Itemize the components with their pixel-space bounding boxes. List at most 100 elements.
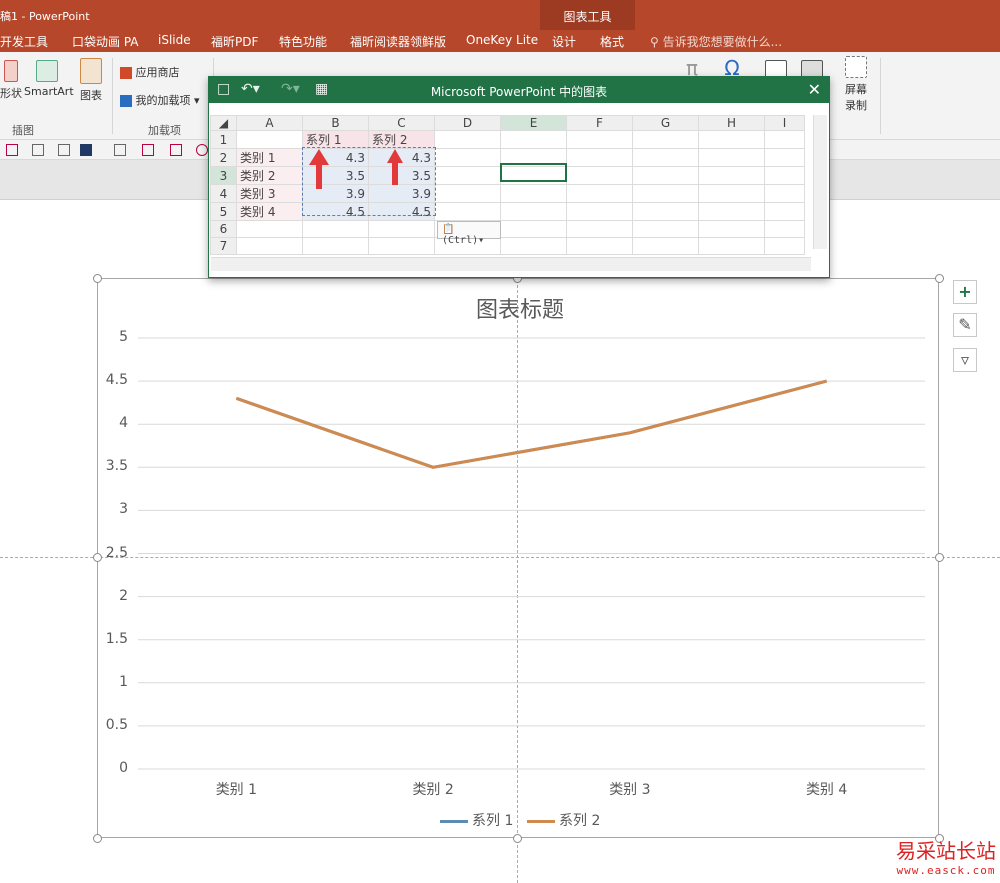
cell[interactable]: 类别 4 <box>236 202 303 221</box>
cell[interactable] <box>236 220 303 238</box>
red-arrow-annotation <box>387 149 403 185</box>
excel-data-window[interactable]: □ ↶▾ ↷▾ ▦ Microsoft PowerPoint 中的图表 ✕ ◢ … <box>208 76 830 278</box>
y-tick-label: 1 <box>119 673 128 690</box>
cell[interactable] <box>566 237 633 255</box>
column-header[interactable]: A <box>236 115 303 131</box>
cell[interactable] <box>566 220 633 238</box>
horizontal-scrollbar[interactable] <box>211 257 811 271</box>
cell[interactable] <box>698 202 765 221</box>
paste-options-button[interactable]: 📋(Ctrl)▾ <box>437 221 501 246</box>
cell[interactable] <box>566 166 633 185</box>
cell[interactable] <box>434 166 501 185</box>
cell[interactable] <box>632 237 699 255</box>
cell[interactable] <box>764 237 805 255</box>
cell[interactable] <box>500 220 567 238</box>
column-header[interactable]: E <box>500 115 567 131</box>
cell[interactable] <box>368 220 435 238</box>
column-header[interactable]: C <box>368 115 435 131</box>
column-header-row: ◢ A B C D E F G H I <box>210 115 805 131</box>
table-row: 5 类别 4 4.5 4.5 <box>210 202 805 221</box>
selected-cell-e3[interactable] <box>500 163 567 182</box>
y-tick-label: 4.5 <box>105 372 128 389</box>
cell[interactable] <box>632 184 699 203</box>
cell[interactable] <box>302 237 369 255</box>
row-header[interactable]: 3 <box>210 166 237 185</box>
select-all-corner[interactable]: ◢ <box>210 115 237 131</box>
cell[interactable] <box>764 184 805 203</box>
cell[interactable] <box>500 202 567 221</box>
column-header[interactable]: G <box>632 115 699 131</box>
table-row: 7 <box>210 237 805 255</box>
row-header[interactable]: 7 <box>210 237 237 255</box>
cell[interactable] <box>764 166 805 185</box>
excel-title-bar[interactable]: □ ↶▾ ↷▾ ▦ Microsoft PowerPoint 中的图表 ✕ <box>209 77 829 103</box>
cell[interactable] <box>698 220 765 238</box>
table-row: 6 <box>210 220 805 238</box>
cell[interactable] <box>632 166 699 185</box>
cell[interactable]: 类别 1 <box>236 148 303 167</box>
cell[interactable] <box>764 202 805 221</box>
cell[interactable] <box>698 166 765 185</box>
cell[interactable] <box>500 130 567 149</box>
cell[interactable] <box>236 130 303 149</box>
cell[interactable] <box>236 237 303 255</box>
cell[interactable] <box>500 237 567 255</box>
column-header[interactable]: D <box>434 115 501 131</box>
cell[interactable] <box>632 130 699 149</box>
cell[interactable]: 系列 2 <box>368 130 435 149</box>
cell[interactable]: 系列 1 <box>302 130 369 149</box>
plus-icon: + <box>958 282 972 301</box>
cell[interactable]: 类别 2 <box>236 166 303 185</box>
y-tick-label: 2 <box>119 587 128 604</box>
cell[interactable] <box>500 184 567 203</box>
x-tick-label: 类别 2 <box>412 782 454 798</box>
cell[interactable]: 类别 3 <box>236 184 303 203</box>
cell[interactable] <box>434 148 501 167</box>
cell[interactable] <box>566 148 633 167</box>
brush-icon: ✎ <box>958 315 972 334</box>
cell[interactable] <box>632 148 699 167</box>
row-header[interactable]: 2 <box>210 148 237 167</box>
row-header[interactable]: 4 <box>210 184 237 203</box>
cell[interactable] <box>566 184 633 203</box>
cell[interactable] <box>302 220 369 238</box>
cell[interactable] <box>698 130 765 149</box>
red-arrow-annotation <box>387 149 403 185</box>
cell[interactable] <box>698 148 765 167</box>
watermark: 易采站长站 www.easck.com <box>896 835 996 877</box>
cell[interactable] <box>434 202 501 221</box>
chart-filters-button[interactable]: ▿ <box>953 348 977 372</box>
column-header[interactable]: F <box>566 115 633 131</box>
cell[interactable] <box>698 184 765 203</box>
column-header[interactable]: B <box>302 115 369 131</box>
cell[interactable] <box>764 220 805 238</box>
y-tick-label: 0.5 <box>105 716 128 733</box>
legend-series-2[interactable]: 系列 2 <box>527 810 600 830</box>
row-header[interactable]: 1 <box>210 130 237 149</box>
cell[interactable] <box>566 202 633 221</box>
cell[interactable] <box>434 184 501 203</box>
y-tick-label: 2.5 <box>105 544 128 561</box>
cell[interactable] <box>566 130 633 149</box>
cell[interactable] <box>764 130 805 149</box>
column-header[interactable]: I <box>764 115 805 131</box>
table-row: 1 系列 1 系列 2 <box>210 130 805 149</box>
legend-series-1[interactable]: 系列 1 <box>440 810 513 830</box>
table-row: 4 类别 3 3.9 3.9 <box>210 184 805 203</box>
row-header[interactable]: 6 <box>210 220 237 238</box>
vertical-scrollbar[interactable] <box>813 115 827 249</box>
x-tick-label: 类别 4 <box>805 782 848 798</box>
clipboard-icon: 📋 <box>442 224 455 235</box>
column-header[interactable]: H <box>698 115 765 131</box>
cell[interactable] <box>368 237 435 255</box>
chart-elements-button[interactable]: + <box>953 280 977 304</box>
cell[interactable] <box>698 237 765 255</box>
y-tick-label: 3 <box>119 501 128 518</box>
row-header[interactable]: 5 <box>210 202 237 221</box>
close-icon[interactable]: ✕ <box>808 80 821 99</box>
cell[interactable] <box>632 202 699 221</box>
chart-styles-button[interactable]: ✎ <box>953 313 977 337</box>
cell[interactable] <box>434 130 501 149</box>
cell[interactable] <box>632 220 699 238</box>
cell[interactable] <box>764 148 805 167</box>
